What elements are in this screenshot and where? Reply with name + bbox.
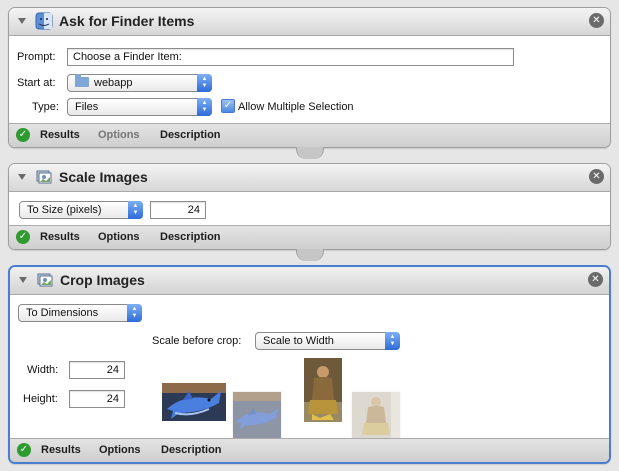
- action-body: To Size (pixels) ▲ ▼ 24: [9, 192, 610, 226]
- doll-after-thumbnail: [351, 391, 401, 441]
- type-popup[interactable]: Files ▲ ▼: [67, 98, 212, 116]
- finder-icon: [35, 12, 53, 30]
- tab-description[interactable]: Description: [161, 444, 222, 456]
- type-label: Type:: [32, 101, 59, 113]
- action-crop-images[interactable]: Crop Images ✕ To Dimensions ▲ ▼ Scale bef…: [8, 265, 611, 464]
- action-title: Crop Images: [60, 272, 145, 288]
- preview-icon: [36, 170, 52, 184]
- tab-results[interactable]: Results: [40, 129, 80, 141]
- prompt-label: Prompt:: [17, 51, 56, 63]
- scale-before-crop-value: Scale to Width: [263, 335, 334, 347]
- scale-before-crop-popup[interactable]: Scale to Width ▲ ▼: [255, 332, 400, 350]
- action-header[interactable]: Crop Images ✕: [10, 267, 609, 295]
- tab-options[interactable]: Options: [98, 231, 140, 243]
- doll-before-thumbnail: [290, 358, 356, 424]
- check-circle-icon: ✓: [17, 443, 31, 457]
- shark-before-thumbnail: [161, 369, 227, 435]
- allow-multiple-label[interactable]: Allow Multiple Selection: [238, 101, 354, 113]
- action-connector: [296, 249, 324, 261]
- width-field[interactable]: 24: [69, 361, 125, 379]
- chevron-updown-icon: ▲ ▼: [197, 74, 212, 92]
- action-scale-images[interactable]: Scale Images ✕ To Size (pixels) ▲ ▼ 24 ✓ …: [8, 163, 611, 250]
- tab-options[interactable]: Options: [99, 444, 141, 456]
- check-circle-icon: ✓: [16, 128, 30, 142]
- scale-mode-popup[interactable]: To Size (pixels) ▲ ▼: [19, 201, 143, 219]
- tab-description[interactable]: Description: [160, 231, 221, 243]
- close-icon[interactable]: ✕: [589, 169, 604, 184]
- tab-results[interactable]: Results: [41, 444, 81, 456]
- shark-after-thumbnail: [232, 391, 282, 441]
- chevron-updown-icon: ▲ ▼: [385, 332, 400, 350]
- preview-icon: [37, 273, 53, 287]
- action-connector: [296, 147, 324, 159]
- chevron-updown-icon: ▲ ▼: [127, 304, 142, 322]
- action-footer: ✓ Results Options Description: [9, 225, 610, 249]
- start-at-popup[interactable]: webapp ▲ ▼: [67, 74, 212, 92]
- start-at-value: webapp: [94, 77, 133, 89]
- tab-description[interactable]: Description: [160, 129, 221, 141]
- action-footer: ✓ Results Options Description: [9, 123, 610, 147]
- close-icon[interactable]: ✕: [589, 13, 604, 28]
- tab-results[interactable]: Results: [40, 231, 80, 243]
- disclosure-triangle-icon[interactable]: [18, 18, 26, 24]
- check-circle-icon: ✓: [16, 230, 30, 244]
- action-ask-for-finder-items[interactable]: Ask for Finder Items ✕ Prompt: Choose a …: [8, 7, 611, 148]
- type-value: Files: [75, 101, 99, 113]
- action-title: Scale Images: [59, 169, 148, 185]
- action-header[interactable]: Scale Images ✕: [9, 164, 610, 192]
- action-body: To Dimensions ▲ ▼ Scale before crop: Scal…: [10, 295, 609, 441]
- scale-before-crop-label: Scale before crop:: [152, 335, 242, 347]
- action-title: Ask for Finder Items: [59, 13, 195, 29]
- scale-mode-value: To Size (pixels): [27, 204, 102, 216]
- scale-size-field[interactable]: 24: [150, 201, 206, 219]
- close-icon[interactable]: ✕: [588, 272, 603, 287]
- action-body: Prompt: Choose a Finder Item: Start at: …: [9, 36, 610, 124]
- start-at-label: Start at:: [17, 77, 56, 89]
- tab-options[interactable]: Options: [98, 129, 140, 141]
- prompt-field[interactable]: Choose a Finder Item:: [67, 48, 514, 66]
- crop-mode-value: To Dimensions: [26, 307, 99, 319]
- allow-multiple-checkbox[interactable]: ✓: [221, 99, 235, 113]
- folder-icon: [75, 74, 89, 87]
- crop-mode-popup[interactable]: To Dimensions ▲ ▼: [18, 304, 142, 322]
- disclosure-triangle-icon[interactable]: [18, 174, 26, 180]
- chevron-updown-icon: ▲ ▼: [197, 98, 212, 116]
- width-label: Width:: [27, 364, 59, 376]
- disclosure-triangle-icon[interactable]: [19, 277, 27, 283]
- height-field[interactable]: 24: [69, 390, 125, 408]
- action-header[interactable]: Ask for Finder Items ✕: [9, 8, 610, 36]
- height-label: Height:: [23, 393, 58, 405]
- action-footer: ✓ Results Options Description: [10, 438, 609, 462]
- chevron-updown-icon: ▲ ▼: [128, 201, 143, 219]
